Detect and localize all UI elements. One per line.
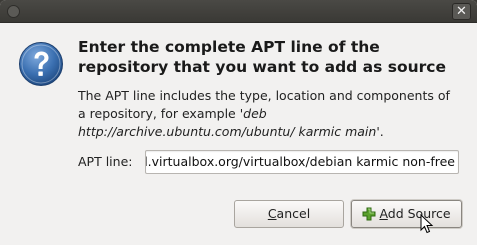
title-bar[interactable]: ✕ <box>0 0 477 23</box>
add-source-mnemonic: A <box>379 206 388 221</box>
dialog-heading: Enter the complete APT line of the repos… <box>78 38 446 76</box>
description-suffix: '. <box>376 124 384 139</box>
question-icon <box>19 42 63 86</box>
cancel-mnemonic: C <box>267 206 277 221</box>
cancel-button[interactable]: Cancel <box>234 200 344 228</box>
dialog-body: Enter the complete APT line of the repos… <box>1 23 476 245</box>
window-menu-icon[interactable] <box>7 5 20 18</box>
apt-line-label: APT line: <box>78 154 133 169</box>
apt-line-input[interactable]: deb http://download.virtualbox.org/virtu… <box>145 150 459 174</box>
dialog-description: The APT line includes the type, location… <box>78 87 458 141</box>
plus-icon <box>362 207 376 220</box>
mouse-pointer-icon <box>420 214 434 234</box>
dialog-window: ✕ Enter the complete APT line of the rep… <box>0 0 477 245</box>
add-source-button[interactable]: Add Source <box>351 200 462 228</box>
apt-line-value: deb http://download.virtualbox.org/virtu… <box>146 154 455 169</box>
close-button[interactable]: ✕ <box>452 3 471 20</box>
cancel-label-rest: ancel <box>276 206 311 221</box>
close-icon: ✕ <box>456 4 467 19</box>
